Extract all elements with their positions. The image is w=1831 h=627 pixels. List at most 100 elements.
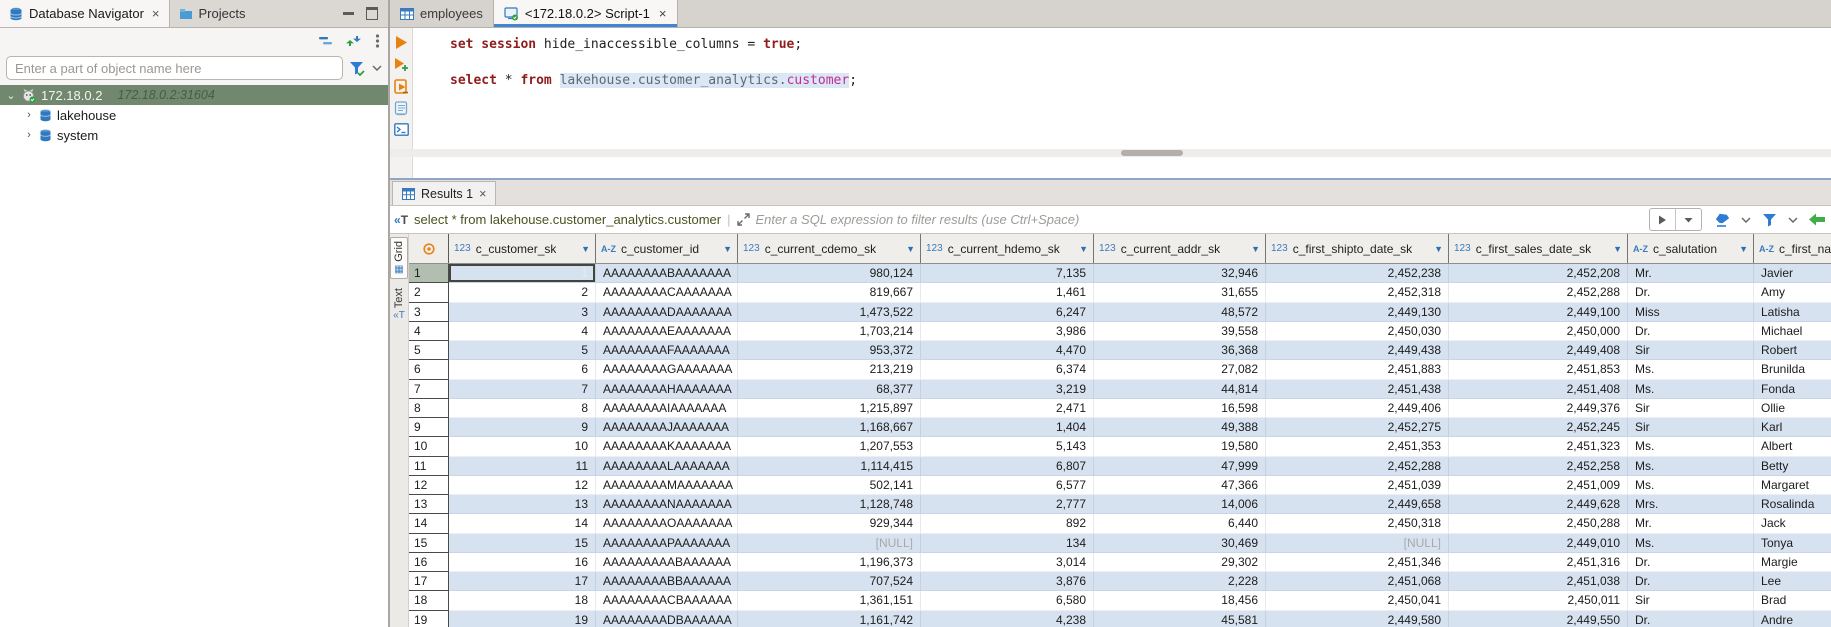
tab-script-1[interactable]: <172.18.0.2> Script-1 ×	[493, 0, 678, 27]
grid-cell[interactable]: 6,577	[921, 476, 1094, 495]
grid-cell[interactable]: AAAAAAAADAAAAAAA	[596, 303, 738, 322]
grid-cell[interactable]: 892	[921, 514, 1094, 533]
grid-cell[interactable]: Ms.	[1628, 380, 1754, 399]
grid-cell[interactable]: 6,247	[921, 303, 1094, 322]
grid-cell[interactable]: 45,581	[1094, 611, 1266, 627]
grid-cell[interactable]: 2,449,010	[1449, 534, 1628, 553]
grid-cell[interactable]: Ms.	[1628, 437, 1754, 456]
sort-dropdown-icon[interactable]: ▼	[906, 244, 915, 254]
results-filterbar[interactable]: «T select * from lakehouse.customer_anal…	[390, 206, 1831, 234]
grid-cell[interactable]: Mr.	[1628, 514, 1754, 533]
row-number[interactable]: 5	[409, 341, 449, 360]
chevron-collapsed-icon[interactable]: ›	[24, 129, 34, 141]
grid-cell[interactable]: Robert	[1754, 341, 1831, 360]
grid-cell[interactable]: 2,228	[1094, 572, 1266, 591]
sort-dropdown-icon[interactable]: ▼	[1434, 244, 1443, 254]
grid-cell[interactable]: Ms.	[1628, 360, 1754, 379]
grid-cell[interactable]: Andre	[1754, 611, 1831, 627]
grid-cell[interactable]: 2,449,550	[1449, 611, 1628, 627]
grid-cell[interactable]: 2,452,238	[1266, 264, 1449, 283]
grid-cell[interactable]: 2,450,041	[1266, 591, 1449, 610]
row-number[interactable]: 8	[409, 399, 449, 418]
custom-filter-icon[interactable]	[1762, 213, 1777, 227]
grid-cell[interactable]: 2,451,883	[1266, 360, 1449, 379]
row-number[interactable]: 6	[409, 360, 449, 379]
grid-cell[interactable]: AAAAAAAAGAAAAAAA	[596, 360, 738, 379]
apply-filter-icon[interactable]	[1650, 209, 1675, 230]
grid-cell[interactable]: 929,344	[738, 514, 921, 533]
tab-results-1[interactable]: Results 1 ×	[392, 181, 496, 205]
grid-cell[interactable]: 19	[449, 611, 596, 627]
grid-cell[interactable]: 2,451,353	[1266, 437, 1449, 456]
grid-cell[interactable]: 2,452,275	[1266, 418, 1449, 437]
grid-cell[interactable]: 9	[449, 418, 596, 437]
tab-employees[interactable]: employees	[390, 0, 493, 27]
grid-cell[interactable]: 47,366	[1094, 476, 1266, 495]
scrollbar-thumb[interactable]	[1121, 150, 1183, 156]
grid-cell[interactable]: 17	[449, 572, 596, 591]
grid-cell[interactable]: AAAAAAAAHAAAAAAA	[596, 380, 738, 399]
grid-cell[interactable]: Sir	[1628, 341, 1754, 360]
close-tab-icon[interactable]: ×	[659, 6, 667, 21]
grid-cell[interactable]: 16	[449, 553, 596, 572]
row-number[interactable]: 4	[409, 322, 449, 341]
grid-cell[interactable]: Ollie	[1754, 399, 1831, 418]
grid-cell[interactable]: 1	[449, 264, 596, 283]
tree-item-connection[interactable]: ⌄ 172.18.0.2 172.18.0.2:31604	[0, 85, 388, 105]
filter-placeholder[interactable]: Enter a SQL expression to filter results…	[756, 212, 1080, 227]
grid-cell[interactable]: 2,450,030	[1266, 322, 1449, 341]
column-header-c_customer_id[interactable]: A-Zc_customer_id▼	[596, 234, 738, 263]
grid-cell[interactable]: AAAAAAAAKAAAAAAA	[596, 437, 738, 456]
sql-code[interactable]: set session hide_inaccessible_columns = …	[450, 36, 857, 90]
maximize-icon[interactable]	[366, 7, 378, 20]
grid-cell[interactable]: 2,449,130	[1266, 303, 1449, 322]
grid-cell[interactable]: 1,196,373	[738, 553, 921, 572]
grid-cell[interactable]: 39,558	[1094, 322, 1266, 341]
grid-cell[interactable]: 31,655	[1094, 283, 1266, 302]
grid-cell[interactable]: Sir	[1628, 399, 1754, 418]
chevron-down-icon[interactable]	[1741, 217, 1751, 223]
execute-new-tab-icon[interactable]	[394, 57, 409, 72]
expand-filter-icon[interactable]	[737, 213, 750, 226]
grid-cell[interactable]: 953,372	[738, 341, 921, 360]
link-with-editor-icon[interactable]	[345, 35, 363, 47]
grid-cell[interactable]: AAAAAAAABBAAAAAA	[596, 572, 738, 591]
grid-cell[interactable]: 29,302	[1094, 553, 1266, 572]
grid-cell[interactable]: 2,450,288	[1449, 514, 1628, 533]
grid-cell[interactable]: 2,451,438	[1266, 380, 1449, 399]
grid-cell[interactable]: 2,451,408	[1449, 380, 1628, 399]
grid-cell[interactable]: 134	[921, 534, 1094, 553]
column-header-c_customer_sk[interactable]: 123c_customer_sk▼	[449, 234, 596, 263]
tab-text-presentation[interactable]: Text «T	[391, 285, 407, 324]
grid-cell[interactable]: AAAAAAAAIAAAAAAA	[596, 399, 738, 418]
grid-cell[interactable]: Sir	[1628, 591, 1754, 610]
grid-cell[interactable]: 1,215,897	[738, 399, 921, 418]
row-number[interactable]: 13	[409, 495, 449, 514]
grid-cell[interactable]: Ms.	[1628, 457, 1754, 476]
grid-cell[interactable]: 1,207,553	[738, 437, 921, 456]
column-header-c_current_hdemo_sk[interactable]: 123c_current_hdemo_sk▼	[921, 234, 1094, 263]
collapse-all-icon[interactable]	[318, 35, 333, 47]
grid-cell[interactable]: Dr.	[1628, 611, 1754, 627]
grid-cell[interactable]: 49,388	[1094, 418, 1266, 437]
sort-dropdown-icon[interactable]: ▼	[1739, 244, 1748, 254]
tree-item-lakehouse[interactable]: › lakehouse	[0, 105, 388, 125]
column-header-c_current_cdemo_sk[interactable]: 123c_current_cdemo_sk▼	[738, 234, 921, 263]
row-number[interactable]: 11	[409, 457, 449, 476]
grid-cell[interactable]: Dr.	[1628, 283, 1754, 302]
grid-cell[interactable]: 18,456	[1094, 591, 1266, 610]
grid-cell[interactable]: 2,451,038	[1449, 572, 1628, 591]
tab-grid-presentation[interactable]: Grid ▦	[390, 237, 408, 279]
grid-cell[interactable]: 5,143	[921, 437, 1094, 456]
grid-cell[interactable]: 4	[449, 322, 596, 341]
grid-cell[interactable]: 3,014	[921, 553, 1094, 572]
grid-cell[interactable]: 27,082	[1094, 360, 1266, 379]
grid-cell[interactable]: AAAAAAAACAAAAAAA	[596, 283, 738, 302]
grid-cell[interactable]: 19,580	[1094, 437, 1266, 456]
minimize-icon[interactable]	[343, 12, 354, 15]
grid-cell[interactable]: 3,876	[921, 572, 1094, 591]
grid-cell[interactable]: 2,449,438	[1266, 341, 1449, 360]
grid-cell[interactable]: 1,168,667	[738, 418, 921, 437]
filter-dropdown-icon[interactable]	[1675, 209, 1701, 230]
grid-cell[interactable]: 2,777	[921, 495, 1094, 514]
